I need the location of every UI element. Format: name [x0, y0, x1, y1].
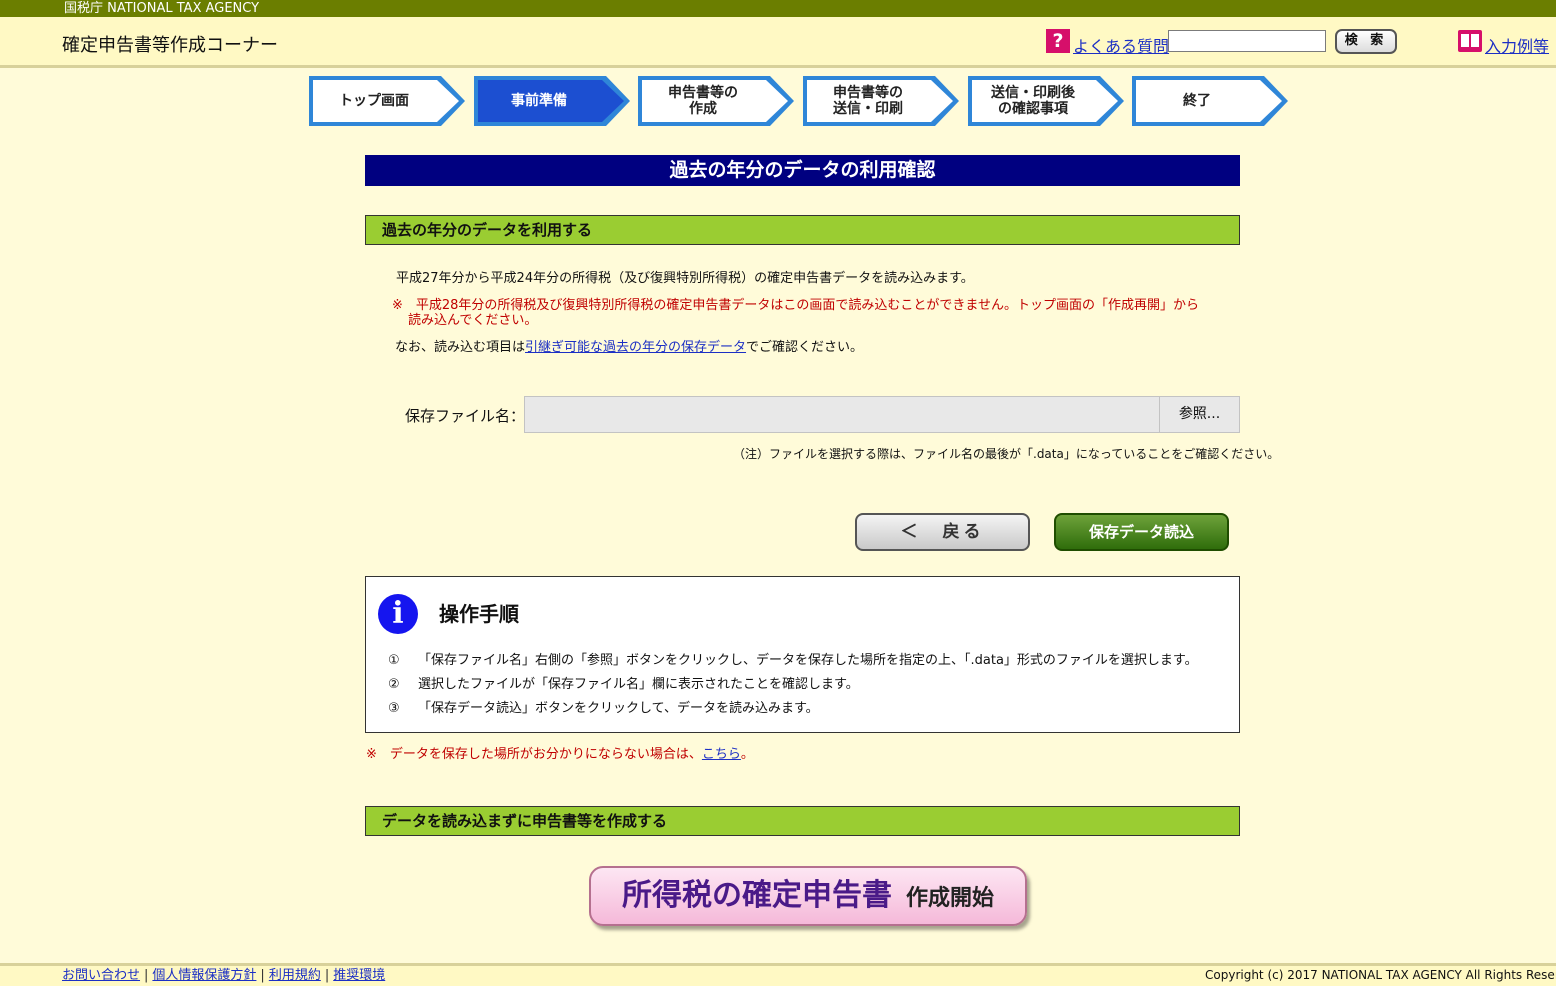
location-note-suffix: 。: [740, 747, 754, 762]
data-items-note: なお、読み込む項目は引継ぎ可能な過去の年分の保存データでご確認ください。: [395, 340, 863, 356]
back-button[interactable]: ＜ 戻る: [855, 513, 1030, 551]
start-button-sub-label: 作成開始: [905, 886, 994, 911]
section-use-past-data: 過去の年分のデータを利用する: [365, 215, 1240, 245]
footer-link-terms[interactable]: 利用規約: [269, 968, 321, 983]
notice-text-line1: ※ 平成28年分の所得税及び復興特別所得税の確定申告書データはこの画面で読み込む…: [392, 298, 1200, 313]
howto-step-number: ①: [388, 653, 400, 668]
step-label: 終了: [1136, 80, 1282, 122]
howto-step: ③ 「保存データ読込」ボタンをクリックして、データを読み込みます。: [388, 697, 819, 716]
step-after-confirm: 送信・印刷後 の確認事項: [968, 76, 1124, 126]
question-mark-icon[interactable]: ?: [1046, 29, 1070, 53]
location-note-prefix: ※ データを保存した場所がお分かりにならない場合は、: [366, 747, 702, 762]
footer-link-contact[interactable]: お問い合わせ: [62, 968, 140, 983]
step-label: 送信・印刷後 の確認事項: [972, 80, 1118, 122]
howto-step-text: 「保存データ読込」ボタンをクリックして、データを読み込みます。: [418, 701, 819, 716]
here-link[interactable]: こちら: [702, 747, 741, 762]
step-label: 事前準備: [478, 80, 624, 122]
file-extension-note: （注）ファイルを選択する際は、ファイル名の最後が「.data」になっていることを…: [733, 447, 1280, 461]
start-income-tax-return-button[interactable]: 所得税の確定申告書 作成開始: [589, 866, 1027, 926]
note-prefix: なお、読み込む項目は: [395, 340, 526, 355]
howto-step-number: ②: [388, 677, 400, 692]
site-title: 確定申告書等作成コーナー: [62, 35, 278, 56]
section-create-without-data: データを読み込まずに申告書等を作成する: [365, 806, 1240, 836]
step-label: 申告書等の 送信・印刷: [807, 80, 953, 122]
footer-link-privacy[interactable]: 個人情報保護方針: [152, 968, 256, 983]
input-examples-link[interactable]: 入力例等: [1485, 33, 1549, 57]
file-name-label: 保存ファイル名：: [405, 407, 526, 425]
search-button[interactable]: 検 索: [1335, 29, 1397, 54]
step-preparation: 事前準備: [474, 76, 630, 126]
step-end: 終了: [1132, 76, 1288, 126]
footer-links: お問い合わせ | 個人情報保護方針 | 利用規約 | 推奨環境: [62, 966, 385, 985]
step-create: 申告書等の 作成: [638, 76, 794, 126]
step-send-print: 申告書等の 送信・印刷: [803, 76, 959, 126]
page-title: 過去の年分のデータの利用確認: [365, 155, 1240, 186]
note-suffix: でご確認ください。: [746, 340, 864, 355]
transferable-data-link[interactable]: 引継ぎ可能な過去の年分の保存データ: [525, 340, 746, 355]
agency-bar: 国税庁 NATIONAL TAX AGENCY: [0, 0, 1556, 17]
footer-separator: |: [144, 968, 149, 983]
footer-separator: |: [324, 968, 330, 983]
file-name-field[interactable]: [524, 396, 1160, 433]
howto-step-text: 選択したファイルが「保存ファイル名」欄に表示されたことを確認します。: [418, 677, 859, 692]
copyright: Copyright (c) 2017 NATIONAL TAX AGENCY A…: [1205, 968, 1556, 982]
browse-button[interactable]: 参照...: [1159, 396, 1240, 433]
load-saved-data-button[interactable]: 保存データ読込: [1054, 513, 1229, 551]
notice-text-line2: 読み込んでください。: [408, 313, 538, 328]
howto-step-number: ③: [388, 701, 400, 716]
book-icon[interactable]: [1458, 30, 1482, 52]
faq-link[interactable]: よくある質問: [1073, 33, 1169, 57]
footer: お問い合わせ | 個人情報保護方針 | 利用規約 | 推奨環境 Copyright (c) …: [0, 963, 1556, 986]
howto-title: 操作手順: [439, 602, 519, 626]
howto-step: ① 「保存ファイル名」右側の「参照」ボタンをクリックし、データを保存した場所を指定…: [388, 649, 1198, 668]
howto-box: i 操作手順 ① 「保存ファイル名」右側の「参照」ボタンをクリックし、データを保存…: [365, 576, 1240, 733]
footer-separator: |: [260, 968, 265, 983]
intro-text: 平成27年分から平成24年分の所得税（及び復興特別所得税）の確定申告書データを読…: [396, 271, 974, 286]
info-icon: i: [378, 594, 418, 634]
save-location-note: ※ データを保存した場所がお分かりにならない場合は、こちら。: [366, 747, 754, 763]
step-label: トップ画面: [313, 80, 459, 122]
search-input[interactable]: [1168, 30, 1326, 52]
step-navigation: トップ画面 事前準備 申告書等の 作成 申告書等の 送信・印刷 送信・印刷後 の…: [309, 76, 1289, 126]
step-label: 申告書等の 作成: [642, 80, 788, 122]
header: 確定申告書等作成コーナー ? よくある質問 検 索 入力例等: [0, 17, 1556, 68]
howto-step-text: 「保存ファイル名」右側の「参照」ボタンをクリックし、データを保存した場所を指定の…: [418, 653, 1198, 668]
agency-name: 国税庁 NATIONAL TAX AGENCY: [64, 1, 260, 16]
footer-link-environment[interactable]: 推奨環境: [333, 968, 385, 983]
start-button-main-label: 所得税の確定申告書: [621, 878, 892, 913]
step-top: トップ画面: [309, 76, 465, 126]
howto-step: ② 選択したファイルが「保存ファイル名」欄に表示されたことを確認します。: [388, 673, 859, 692]
